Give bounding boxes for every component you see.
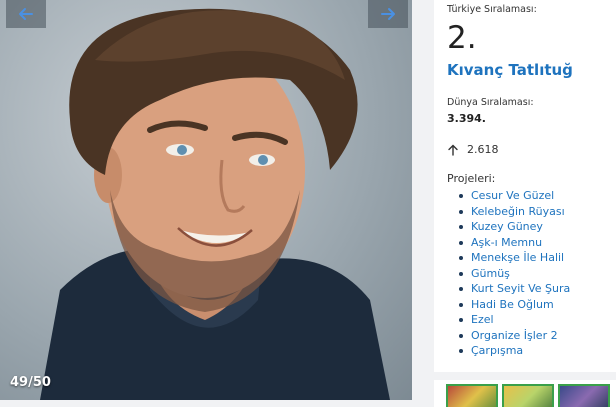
page: 49/50 Türkiye Sıralaması: 2. Kıvanç Tatl… xyxy=(0,0,616,407)
project-link[interactable]: Çarpışma xyxy=(459,343,616,359)
next-photo-button[interactable] xyxy=(368,0,408,28)
project-link[interactable]: Organize İşler 2 xyxy=(459,328,616,344)
actor-name-link[interactable]: Kıvanç Tatlıtuğ xyxy=(447,61,616,79)
arrow-right-icon xyxy=(381,8,395,20)
project-link[interactable]: Kelebeğin Rüyası xyxy=(459,204,616,220)
world-rank-value: 3.394. xyxy=(447,112,486,125)
rank-trend: 2.618 xyxy=(447,143,616,156)
project-link[interactable]: Kurt Seyit Ve Şura xyxy=(459,281,616,297)
arrow-up-icon xyxy=(448,144,458,156)
photo-gallery[interactable]: 49/50 xyxy=(0,0,412,400)
project-link[interactable]: Ezel xyxy=(459,312,616,328)
project-link[interactable]: Hadi Be Oğlum xyxy=(459,297,616,313)
turkey-rank-value: 2. xyxy=(447,20,477,56)
related-thumbnails xyxy=(434,380,616,407)
project-link[interactable]: Aşk-ı Memnu xyxy=(459,235,616,251)
thumbnail[interactable] xyxy=(558,384,610,407)
project-link[interactable]: Kuzey Güney xyxy=(459,219,616,235)
actor-photo xyxy=(40,8,390,400)
world-rank-label: Dünya Sıralaması: xyxy=(447,97,534,108)
trend-value: 2.618 xyxy=(467,143,499,156)
projects-label: Projeleri: xyxy=(447,172,496,185)
projects-list: Cesur Ve Güzel Kelebeğin Rüyası Kuzey Gü… xyxy=(447,188,616,359)
project-link[interactable]: Gümüş xyxy=(459,266,616,282)
thumbnail[interactable] xyxy=(446,384,498,407)
previous-photo-button[interactable] xyxy=(6,0,46,28)
info-panel: Türkiye Sıralaması: 2. Kıvanç Tatlıtuğ D… xyxy=(434,0,616,372)
thumbnail[interactable] xyxy=(502,384,554,407)
project-link[interactable]: Menekşe İle Halil xyxy=(459,250,616,266)
arrow-left-icon xyxy=(19,8,33,20)
project-link[interactable]: Cesur Ve Güzel xyxy=(459,188,616,204)
photo-counter: 49/50 xyxy=(10,375,51,390)
turkey-rank-label: Türkiye Sıralaması: xyxy=(447,4,537,15)
